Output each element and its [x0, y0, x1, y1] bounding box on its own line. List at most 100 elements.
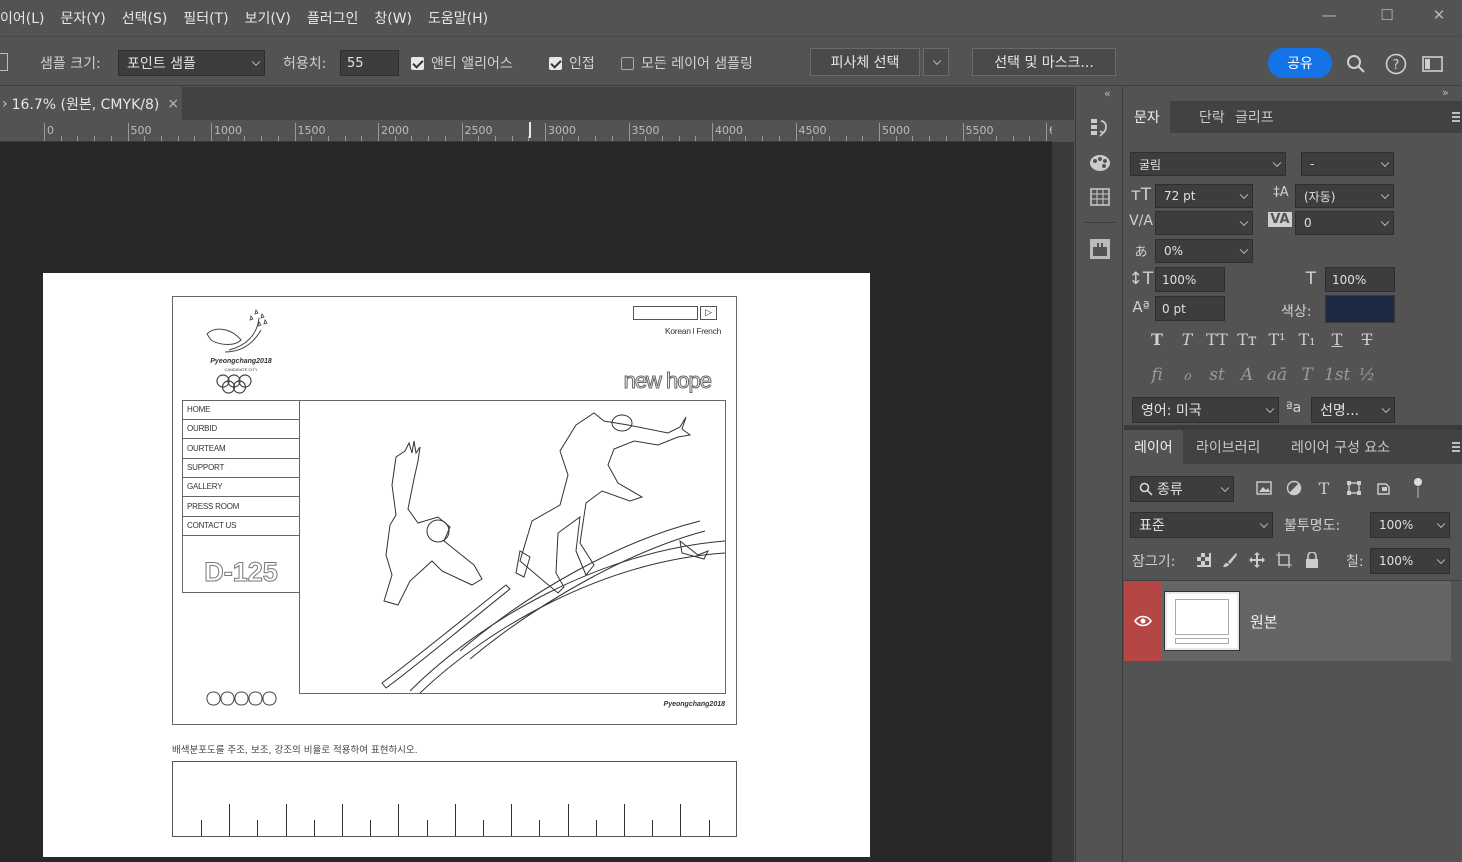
- panel-menu-icon[interactable]: [1452, 112, 1462, 122]
- blend-mode-dropdown[interactable]: 표준: [1130, 512, 1273, 538]
- expand-panels-icon[interactable]: »: [1442, 86, 1449, 99]
- font-size-field[interactable]: 72 pt: [1155, 184, 1253, 208]
- ruler-minor-tick: [778, 136, 780, 141]
- layers-panel-menu-icon[interactable]: [1452, 442, 1462, 452]
- fill-field[interactable]: 100%: [1370, 548, 1450, 574]
- layer-name[interactable]: 원본: [1250, 611, 1278, 632]
- tab-glyphs[interactable]: 글리프: [1225, 101, 1284, 133]
- ruler-minor-tick: [227, 136, 229, 141]
- antialias-method-dropdown[interactable]: 선명...: [1311, 397, 1395, 423]
- help-icon[interactable]: ?: [1384, 52, 1408, 76]
- character-panel-tabs: 문자 단락 글리프: [1124, 101, 1462, 133]
- layer-row[interactable]: 원본: [1124, 581, 1451, 661]
- faux-bold-button[interactable]: T: [1144, 330, 1170, 349]
- tab-libraries[interactable]: 라이브러리: [1186, 430, 1270, 464]
- menu-select[interactable]: 선택(S): [114, 8, 176, 28]
- canvas-area[interactable]: Pyeongchang2018 CANDIDATE CITY ▷ Korean …: [0, 142, 1052, 862]
- tab-layer-comps[interactable]: 레이어 구성 요소: [1281, 430, 1400, 464]
- artwork-nav-item: CONTACT US: [183, 517, 299, 536]
- text-color-swatch[interactable]: [1325, 295, 1395, 323]
- sample-all-layers-checkbox[interactable]: [621, 57, 634, 70]
- stylistic-alternates-button[interactable]: aā: [1264, 365, 1290, 385]
- distribution-tick: [398, 804, 400, 836]
- font-family-dropdown[interactable]: 굴림: [1130, 152, 1286, 176]
- menu-window[interactable]: 창(W): [366, 8, 420, 28]
- horizontal-scale-field[interactable]: 100%: [1325, 267, 1395, 292]
- tab-character[interactable]: 문자: [1124, 101, 1170, 133]
- contextual-alternates-button[interactable]: ℴ: [1174, 365, 1200, 385]
- menu-view[interactable]: 보기(V): [237, 8, 299, 28]
- ordinals-button[interactable]: 1st: [1324, 365, 1350, 385]
- document-canvas[interactable]: Pyeongchang2018 CANDIDATE CITY ▷ Korean …: [43, 273, 870, 857]
- swash-button[interactable]: A: [1234, 365, 1260, 385]
- layer-visibility-toggle[interactable]: [1124, 581, 1162, 661]
- discretionary-ligatures-button[interactable]: st: [1204, 365, 1230, 385]
- leading-field[interactable]: (자동): [1295, 184, 1394, 208]
- horizontal-ruler[interactable]: 0 500 1000 1500 2000 2500 3000 3500 4000 4500 5000…: [0, 120, 1052, 142]
- filter-pixel-icon[interactable]: [1254, 478, 1274, 498]
- filter-smart-object-icon[interactable]: [1374, 478, 1394, 498]
- menu-help[interactable]: 도움말(H): [420, 8, 496, 28]
- fractions-button[interactable]: ½: [1354, 365, 1380, 385]
- filter-adjustment-icon[interactable]: [1284, 478, 1304, 498]
- sample-size-value: 포인트 샘플: [127, 56, 196, 72]
- tracking-field[interactable]: 0: [1295, 211, 1394, 235]
- history-icon[interactable]: [1088, 115, 1112, 139]
- tsume-field[interactable]: 0%: [1155, 239, 1253, 263]
- opacity-field[interactable]: 100%: [1370, 512, 1450, 538]
- lock-position-move-icon[interactable]: [1247, 550, 1267, 570]
- superscript-button[interactable]: T¹: [1264, 330, 1290, 349]
- ruler-minor-tick: [695, 136, 697, 141]
- filter-type-icon[interactable]: T: [1314, 478, 1334, 498]
- standard-ligatures-button[interactable]: ﬁ: [1144, 365, 1170, 385]
- collapse-strip-icon[interactable]: «: [1104, 87, 1111, 100]
- document-tab[interactable]: › 16.7% (원본, CMYK/8) ×: [0, 87, 182, 120]
- vertical-scale-field[interactable]: 100%: [1155, 267, 1225, 292]
- lock-artboard-icon[interactable]: [1274, 550, 1294, 570]
- tool-preset-icon[interactable]: [0, 53, 8, 71]
- titling-alternates-button[interactable]: T: [1294, 365, 1320, 385]
- select-subject-menu-button[interactable]: [923, 48, 949, 76]
- share-button[interactable]: 공유: [1268, 48, 1332, 78]
- layer-filter-dropdown[interactable]: 종류: [1130, 476, 1234, 502]
- swatches-palette-icon[interactable]: [1088, 151, 1112, 175]
- subscript-button[interactable]: T₁: [1294, 330, 1320, 349]
- all-caps-button[interactable]: TT: [1204, 330, 1230, 349]
- menu-layer[interactable]: 이어(L): [0, 8, 52, 28]
- menu-plugins[interactable]: 플러그인: [299, 8, 367, 28]
- lock-pixels-brush-icon[interactable]: [1220, 550, 1240, 570]
- baseline-shift-field[interactable]: 0 pt: [1155, 296, 1225, 321]
- distribution-tick: [454, 804, 456, 836]
- kerning-field[interactable]: [1155, 211, 1253, 235]
- workspace-icon[interactable]: [1421, 52, 1445, 76]
- lock-all-icon[interactable]: [1302, 550, 1322, 570]
- paragraph-styles-icon[interactable]: [1088, 237, 1112, 261]
- maximize-button[interactable]: ☐: [1358, 0, 1416, 30]
- contiguous-checkbox[interactable]: [549, 57, 562, 70]
- tolerance-input[interactable]: 55: [340, 50, 399, 76]
- small-caps-button[interactable]: Tт: [1234, 330, 1260, 349]
- tab-layers[interactable]: 레이어: [1124, 430, 1183, 464]
- close-window-button[interactable]: ✕: [1416, 0, 1462, 30]
- filter-toggle-icon[interactable]: [1408, 476, 1428, 500]
- ruler-minor-tick: [912, 136, 914, 141]
- menu-filter[interactable]: 필터(T): [175, 8, 236, 28]
- language-dropdown[interactable]: 영어: 미국: [1132, 397, 1279, 423]
- menu-type[interactable]: 문자(Y): [52, 8, 113, 28]
- grid-table-icon[interactable]: [1088, 185, 1112, 209]
- antialias-checkbox[interactable]: [411, 57, 424, 70]
- filter-shape-icon[interactable]: [1344, 478, 1364, 498]
- search-icon[interactable]: [1344, 52, 1368, 76]
- close-tab-icon[interactable]: ×: [167, 96, 179, 112]
- underline-button[interactable]: T: [1324, 330, 1350, 349]
- minimize-button[interactable]: —: [1300, 0, 1358, 30]
- sample-size-dropdown[interactable]: 포인트 샘플: [118, 50, 265, 76]
- lock-transparent-icon[interactable]: [1194, 550, 1214, 570]
- faux-italic-button[interactable]: T: [1174, 330, 1200, 349]
- color-label: 색상:: [1281, 304, 1312, 320]
- select-subject-button[interactable]: 피사체 선택: [810, 48, 920, 76]
- vertical-scrollbar[interactable]: [1052, 142, 1074, 862]
- font-style-dropdown[interactable]: -: [1301, 152, 1394, 176]
- select-and-mask-button[interactable]: 선택 및 마스크...: [972, 48, 1116, 76]
- strikethrough-button[interactable]: T: [1354, 330, 1380, 349]
